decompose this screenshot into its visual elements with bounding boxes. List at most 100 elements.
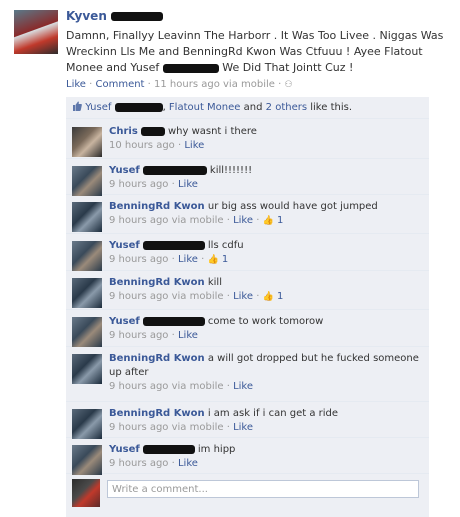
liker-yusef[interactable]: Yusef (85, 102, 111, 113)
comment-time: 9 hours ago via mobile (109, 291, 224, 302)
comment-like-link[interactable]: Like (233, 291, 253, 302)
comment-time: 9 hours ago (109, 254, 169, 265)
commenter-avatar[interactable] (72, 241, 102, 271)
commenter-name[interactable]: Yusef (109, 316, 140, 327)
feedback-box: Yusef , Flatout Monee and 2 others like … (66, 97, 429, 517)
comment-row: Yusef come to work tomorow 9 hours ago · … (66, 309, 429, 347)
comment-meta: 10 hours ago · Like (109, 140, 205, 151)
comment-time: 9 hours ago via mobile (109, 215, 224, 226)
commenter-name[interactable]: Yusef (109, 240, 140, 251)
comment-text: i am ask if i can get a ride (204, 408, 339, 419)
author-avatar[interactable] (14, 10, 58, 54)
comment-row: BenningRd Kwon a will got dropped but he… (66, 346, 429, 402)
thumbs-up-icon[interactable]: 👍 (263, 216, 274, 226)
comment-text: come to work tomorow (204, 316, 324, 327)
comment-meta: 9 hours ago · Like · 👍 1 (109, 254, 229, 265)
comment-like-count[interactable]: 1 (219, 254, 228, 265)
comment-time: 9 hours ago (109, 330, 169, 341)
comment-meta: 9 hours ago · Like (109, 179, 198, 190)
comment-like-link[interactable]: Like (184, 140, 204, 151)
redaction-bar (162, 63, 219, 73)
commenter-name[interactable]: BenningRd Kwon (109, 408, 205, 419)
viewer-avatar (72, 479, 100, 507)
commenter-name[interactable]: BenningRd Kwon (109, 201, 205, 212)
likes-summary: Yusef , Flatout Monee and 2 others like … (66, 97, 429, 119)
redaction-bar (142, 316, 205, 326)
comment-time: 9 hours ago via mobile (109, 422, 224, 433)
comment-text: im hipp (194, 444, 236, 455)
post-meta: Like · Comment · 11 hours ago via mobile… (66, 79, 293, 90)
comment-like-link[interactable]: Like (233, 381, 253, 392)
comment-body: BenningRd Kwon ur big ass would have got… (109, 200, 421, 228)
commenter-name[interactable]: BenningRd Kwon (109, 353, 205, 364)
comment-input-placeholder: Write a comment... (112, 484, 208, 495)
commenter-avatar[interactable] (72, 127, 102, 157)
comment-body: Yusef kill!!!!!!! 9 hours ago · Like (109, 164, 421, 192)
redaction-bar (142, 240, 205, 250)
thumbs-up-icon (73, 101, 82, 111)
comment-time: 10 hours ago (109, 140, 175, 151)
comment-text: why wasnt i there (164, 126, 257, 137)
redaction-bar (114, 102, 163, 112)
comment-row: Yusef im hipp 9 hours ago · Like (66, 437, 429, 475)
comment-meta: 9 hours ago via mobile · Like · 👍 1 (109, 215, 284, 226)
comment-meta: 9 hours ago · Like (109, 330, 198, 341)
comment-time: 9 hours ago via mobile (109, 381, 224, 392)
comment-meta: 9 hours ago via mobile · Like · 👍 1 (109, 291, 284, 302)
comment-body: BenningRd Kwon a will got dropped but he… (109, 352, 421, 394)
comment-like-link[interactable]: Like (178, 179, 198, 190)
comment-like-count[interactable]: 1 (274, 291, 283, 302)
commenter-name[interactable]: Yusef (109, 165, 140, 176)
commenter-name[interactable]: Yusef (109, 444, 140, 455)
comment-like-link[interactable]: Like (178, 254, 198, 265)
comment-like-link[interactable]: Like (178, 458, 198, 469)
thumbs-up-icon[interactable]: 👍 (263, 292, 274, 302)
comment-row: Yusef lls cdfu 9 hours ago · Like · 👍 1 (66, 233, 429, 271)
commenter-avatar[interactable] (72, 202, 102, 232)
commenter-avatar[interactable] (72, 409, 102, 439)
comment-text: kill (204, 277, 222, 288)
comment-row: BenningRd Kwon ur big ass would have got… (66, 194, 429, 234)
comment-body: Chris why wasnt i there 10 hours ago · Li… (109, 125, 421, 153)
thumbs-up-icon[interactable]: 👍 (207, 255, 218, 265)
commenter-name[interactable]: BenningRd Kwon (109, 277, 205, 288)
author-name[interactable]: Kyven (66, 9, 164, 23)
commenter-avatar[interactable] (72, 317, 102, 347)
commenter-avatar[interactable] (72, 166, 102, 196)
comment-row: Chris why wasnt i there 10 hours ago · Li… (66, 119, 429, 159)
comment-body: Yusef im hipp 9 hours ago · Like (109, 443, 421, 471)
post-message: Damnn, Finallyy Leavinn The Harborr . It… (66, 29, 444, 74)
comment-meta: 9 hours ago via mobile · Like (109, 381, 254, 392)
comment-link[interactable]: Comment (95, 79, 144, 90)
commenter-avatar[interactable] (72, 354, 102, 384)
commenter-avatar[interactable] (72, 278, 102, 308)
redaction-bar (111, 12, 164, 21)
redaction-bar (142, 444, 195, 454)
comment-like-count[interactable]: 1 (274, 215, 283, 226)
commenter-avatar[interactable] (72, 445, 102, 475)
comment-text: kill!!!!!!! (206, 165, 253, 176)
comment-body: Yusef lls cdfu 9 hours ago · Like · 👍 1 (109, 239, 421, 267)
comment-body: Yusef come to work tomorow 9 hours ago · … (109, 315, 421, 343)
likers-others[interactable]: 2 others (266, 102, 307, 113)
comment-input[interactable]: Write a comment... (107, 480, 419, 498)
liker-flatout[interactable]: Flatout Monee (169, 102, 241, 113)
comment-body: BenningRd Kwon kill 9 hours ago via mobil… (109, 276, 421, 304)
comment-time: 9 hours ago (109, 458, 169, 469)
comment-row: BenningRd Kwon i am ask if i can get a r… (66, 401, 429, 439)
redaction-bar (140, 126, 165, 136)
post-time: 11 hours ago via mobile (154, 79, 275, 90)
like-link[interactable]: Like (66, 79, 86, 90)
comment-like-link[interactable]: Like (233, 215, 253, 226)
comment-row: BenningRd Kwon kill 9 hours ago via mobil… (66, 270, 429, 310)
comment-like-link[interactable]: Like (178, 330, 198, 341)
comment-text: ur big ass would have got jumped (204, 201, 378, 212)
comment-time: 9 hours ago (109, 179, 169, 190)
comment-like-link[interactable]: Like (233, 422, 253, 433)
redaction-bar (142, 165, 207, 175)
commenter-name[interactable]: Chris (109, 126, 138, 137)
comment-input-row: Write a comment... (66, 473, 429, 517)
comment-row: Yusef kill!!!!!!! 9 hours ago · Like (66, 158, 429, 196)
comment-text: lls cdfu (204, 240, 244, 251)
comment-body: BenningRd Kwon i am ask if i can get a r… (109, 407, 421, 435)
